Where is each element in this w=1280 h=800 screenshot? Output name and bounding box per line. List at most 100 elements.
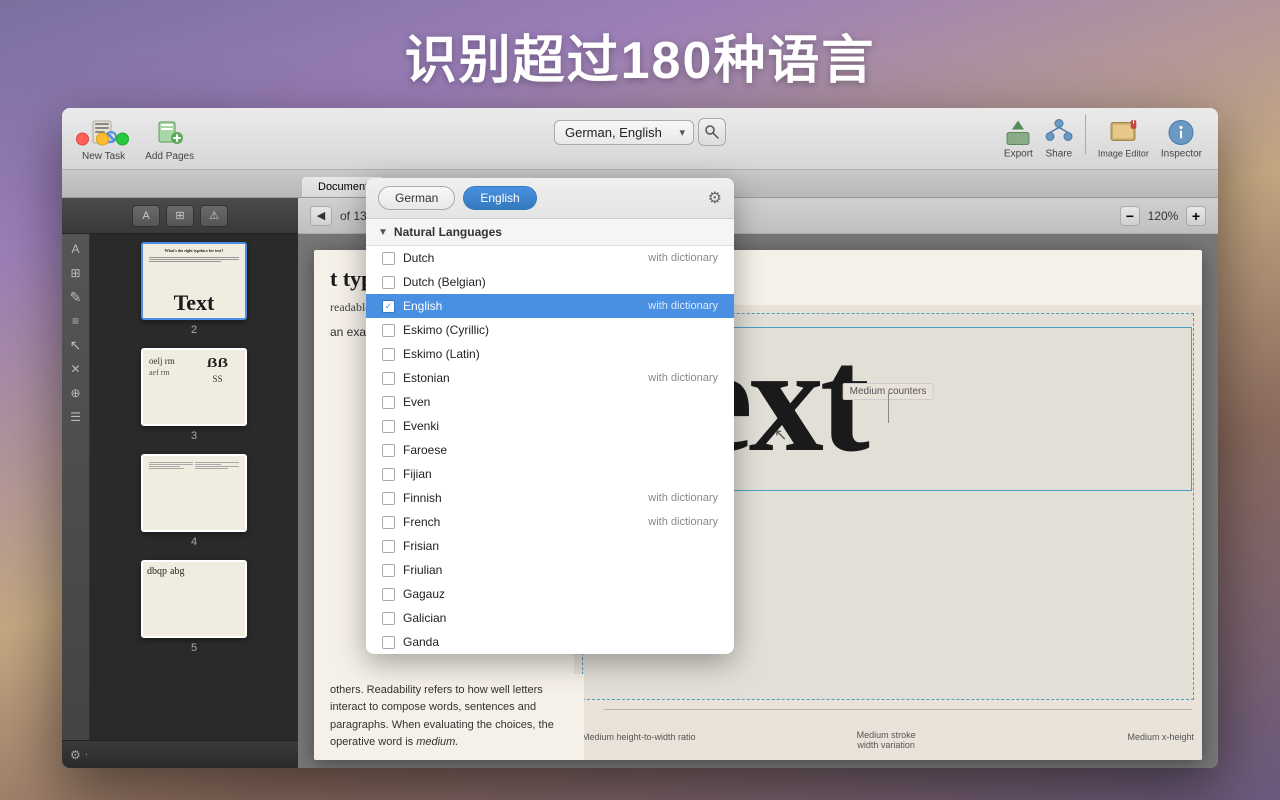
lang-checkbox-eskimo-latin[interactable]	[382, 348, 395, 361]
export-label: Export	[1004, 148, 1033, 159]
inspector-icon	[1167, 118, 1195, 146]
thumbnail-4[interactable]: 4	[98, 454, 290, 548]
thumb-box-5[interactable]: dbqp abg	[141, 560, 247, 638]
tool-add-btn[interactable]: ⊕	[65, 382, 87, 404]
lang-name-galician: Galician	[403, 611, 710, 625]
thumb-box-4[interactable]	[141, 454, 247, 532]
lang-row-gagauz[interactable]: Gagauz	[366, 582, 734, 606]
lang-checkbox-gagauz[interactable]	[382, 588, 395, 601]
app-title-text: 识别超过180种语言	[405, 32, 876, 90]
thumb-num-3: 3	[191, 430, 197, 442]
lang-row-evenki[interactable]: Evenki	[366, 414, 734, 438]
lang-checkbox-even[interactable]	[382, 396, 395, 409]
lang-name-friulian: Friulian	[403, 563, 710, 577]
doc-body-paragraph: others. Readability refers to how well l…	[330, 682, 568, 752]
tool-edit-btn[interactable]: ✎	[65, 286, 87, 308]
sidebar-tool-warning[interactable]: ⚠	[200, 205, 228, 227]
lang-checkbox-dutch[interactable]	[382, 252, 395, 265]
lang-checkbox-friulian[interactable]	[382, 564, 395, 577]
tool-close-btn[interactable]: ✕	[65, 358, 87, 380]
lang-row-ganda[interactable]: Ganda	[366, 630, 734, 654]
language-popup: German English ⚙ ▼ Natural Languages Dut…	[366, 178, 734, 654]
lang-checkbox-dutch-belgian[interactable]	[382, 276, 395, 289]
add-pages-button[interactable]: Add Pages	[137, 112, 202, 166]
thumb-page-content-2: What's the right typeface for text? Text	[143, 244, 245, 318]
language-dropdown[interactable]: German, English	[554, 120, 694, 145]
lang-row-even[interactable]: Even	[366, 390, 734, 414]
lang-row-faroese[interactable]: Faroese	[366, 438, 734, 462]
lang-row-estonian[interactable]: Estonian with dictionary	[366, 366, 734, 390]
lang-row-dutch[interactable]: Dutch with dictionary	[366, 246, 734, 270]
inspector-button[interactable]: Inspector	[1157, 114, 1206, 163]
lang-row-finnish[interactable]: Finnish with dictionary	[366, 486, 734, 510]
zoom-level: 120%	[1144, 209, 1182, 223]
thumb-box-3[interactable]: oelj rm aef rm ẞẞ SS	[141, 348, 247, 426]
zoom-out-button[interactable]: −	[1120, 206, 1140, 226]
search-icon	[704, 124, 720, 140]
inspector-label: Inspector	[1161, 148, 1202, 159]
thumb-num-5: 5	[191, 642, 197, 654]
lang-name-eskimo-latin: Eskimo (Latin)	[403, 347, 710, 361]
tool-cursor-btn[interactable]: ↖	[65, 334, 87, 356]
image-editor-button[interactable]: Image Editor	[1094, 114, 1153, 163]
lang-name-french: French	[403, 515, 640, 529]
tool-lines-btn[interactable]: ≡	[65, 310, 87, 332]
lang-checkbox-evenki[interactable]	[382, 420, 395, 433]
tool-text-btn[interactable]: A	[65, 238, 87, 260]
lang-row-galician[interactable]: Galician	[366, 606, 734, 630]
sidebar-tool-text[interactable]: A	[132, 205, 160, 227]
lang-row-french[interactable]: French with dictionary	[366, 510, 734, 534]
lang-checkbox-faroese[interactable]	[382, 444, 395, 457]
lang-checkbox-english[interactable]: ✓	[382, 300, 395, 313]
lang-checkbox-finnish[interactable]	[382, 492, 395, 505]
right-tools: Export Share I	[1000, 114, 1206, 163]
sidebar-settings-button[interactable]: ⚙ ·	[62, 740, 298, 768]
prev-page-button[interactable]: ◀	[310, 206, 332, 226]
language-dropdown-wrapper: German, English	[554, 118, 726, 146]
lang-search-button[interactable]	[698, 118, 726, 146]
tool-menu-btn[interactable]: ☰	[65, 406, 87, 428]
lang-dict-finnish: with dictionary	[648, 492, 718, 504]
lang-checkbox-frisian[interactable]	[382, 540, 395, 553]
minimize-button[interactable]	[96, 132, 109, 145]
app-title-bar: 识别超过180种语言	[0, 0, 1280, 105]
lang-checkbox-estonian[interactable]	[382, 372, 395, 385]
lang-checkbox-fijian[interactable]	[382, 468, 395, 481]
thumbnail-3[interactable]: oelj rm aef rm ẞẞ SS 3	[98, 348, 290, 442]
tool-grid-btn[interactable]: ⊞	[65, 262, 87, 284]
lang-checkbox-french[interactable]	[382, 516, 395, 529]
lang-row-friulian[interactable]: Friulian	[366, 558, 734, 582]
annot-mid-line	[604, 709, 1192, 710]
lang-row-fijian[interactable]: Fijian	[366, 462, 734, 486]
lang-row-eskimo-cyrillic[interactable]: Eskimo (Cyrillic)	[366, 318, 734, 342]
lang-name-frisian: Frisian	[403, 539, 710, 553]
lang-row-dutch-belgian[interactable]: Dutch (Belgian)	[366, 270, 734, 294]
lang-name-ganda: Ganda	[403, 635, 710, 649]
lang-name-dutch-belgian: Dutch (Belgian)	[403, 275, 710, 289]
lang-name-faroese: Faroese	[403, 443, 710, 457]
add-pages-icon	[154, 116, 186, 148]
maximize-button[interactable]	[116, 132, 129, 145]
lang-checkbox-eskimo-cyrillic[interactable]	[382, 324, 395, 337]
lang-popup-gear-icon[interactable]: ⚙	[708, 188, 722, 208]
sidebar-tool-grid[interactable]: ⊞	[166, 205, 194, 227]
lang-name-english: English	[403, 299, 640, 313]
thumb-box-2[interactable]: What's the right typeface for text? Text	[141, 242, 247, 320]
lang-row-english[interactable]: ✓ English with dictionary	[366, 294, 734, 318]
lang-name-evenki: Evenki	[403, 419, 710, 433]
section-arrow-icon: ▼	[378, 227, 388, 238]
window-titlebar: Untitled New Task	[62, 108, 1218, 170]
lang-checkbox-ganda[interactable]	[382, 636, 395, 649]
share-button[interactable]: Share	[1041, 114, 1077, 163]
export-button[interactable]: Export	[1000, 114, 1037, 163]
zoom-in-button[interactable]: +	[1186, 206, 1206, 226]
lang-tab-german[interactable]: German	[378, 186, 455, 210]
lang-row-eskimo-latin[interactable]: Eskimo (Latin)	[366, 342, 734, 366]
thumbnail-2[interactable]: What's the right typeface for text? Text…	[98, 242, 290, 336]
close-button[interactable]	[76, 132, 89, 145]
lang-tab-english[interactable]: English	[463, 186, 536, 210]
thumbnail-5[interactable]: dbqp abg 5	[98, 560, 290, 654]
lang-checkbox-galician[interactable]	[382, 612, 395, 625]
lang-name-even: Even	[403, 395, 710, 409]
lang-row-frisian[interactable]: Frisian	[366, 534, 734, 558]
